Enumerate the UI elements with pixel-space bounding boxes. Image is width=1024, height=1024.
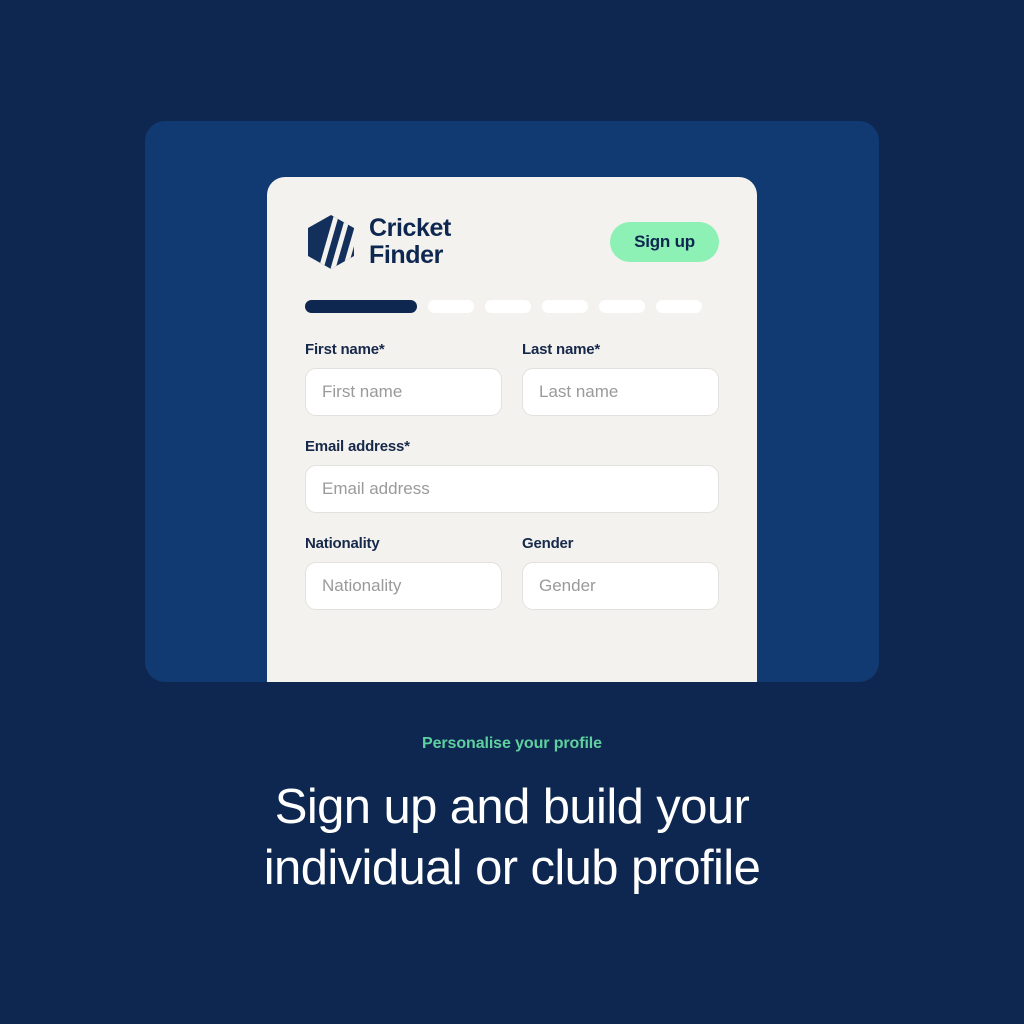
field-nationality: Nationality	[305, 535, 502, 610]
step-pill-1[interactable]	[305, 299, 417, 313]
field-gender: Gender	[522, 535, 719, 610]
hexagon-stripes-logo-icon	[308, 215, 354, 269]
step-progress-indicator	[305, 299, 719, 313]
brand-name-line2: Finder	[369, 241, 443, 269]
step-pill-5[interactable]	[599, 299, 645, 313]
caption-eyebrow: Personalise your profile	[422, 735, 602, 752]
field-last-name: Last name*	[522, 341, 719, 416]
label-email-address: Email address*	[305, 438, 410, 455]
step-pill-2[interactable]	[428, 299, 474, 313]
label-nationality: Nationality	[305, 535, 380, 552]
step-pill-3[interactable]	[485, 299, 531, 313]
input-first-name[interactable]	[305, 368, 502, 416]
input-email-address[interactable]	[305, 465, 719, 513]
email-field-row: Email address*	[305, 438, 719, 513]
caption-block: Personalise your profile Sign up and bui…	[0, 735, 1024, 900]
brand-name-line1: Cricket	[369, 214, 451, 242]
nationality-gender-field-row: Nationality Gender	[305, 535, 719, 610]
step-pill-4[interactable]	[542, 299, 588, 313]
signup-card-content: CricketFinder Sign up First name* Last n…	[267, 177, 757, 632]
signup-form: First name* Last name* Email address* Na…	[305, 341, 719, 610]
signup-card: CricketFinder Sign up First name* Last n…	[267, 177, 757, 682]
label-last-name: Last name*	[522, 341, 601, 358]
signup-button[interactable]: Sign up	[610, 222, 719, 262]
brand-name: Cricket Finder	[369, 215, 451, 269]
brand-logo[interactable]: Cricket Finder	[305, 214, 451, 270]
step-pill-6[interactable]	[656, 299, 702, 313]
label-gender: Gender	[522, 535, 574, 552]
field-first-name: First name*	[305, 341, 502, 416]
caption-headline: Sign up and build your individual or clu…	[263, 780, 761, 896]
field-email-address: Email address*	[305, 438, 719, 513]
input-last-name[interactable]	[522, 368, 719, 416]
input-nationality[interactable]	[305, 562, 502, 610]
name-field-row: First name* Last name*	[305, 341, 719, 416]
input-gender[interactable]	[522, 562, 719, 610]
label-first-name: First name*	[305, 341, 385, 358]
card-header: Cricket Finder Sign up	[305, 213, 719, 271]
